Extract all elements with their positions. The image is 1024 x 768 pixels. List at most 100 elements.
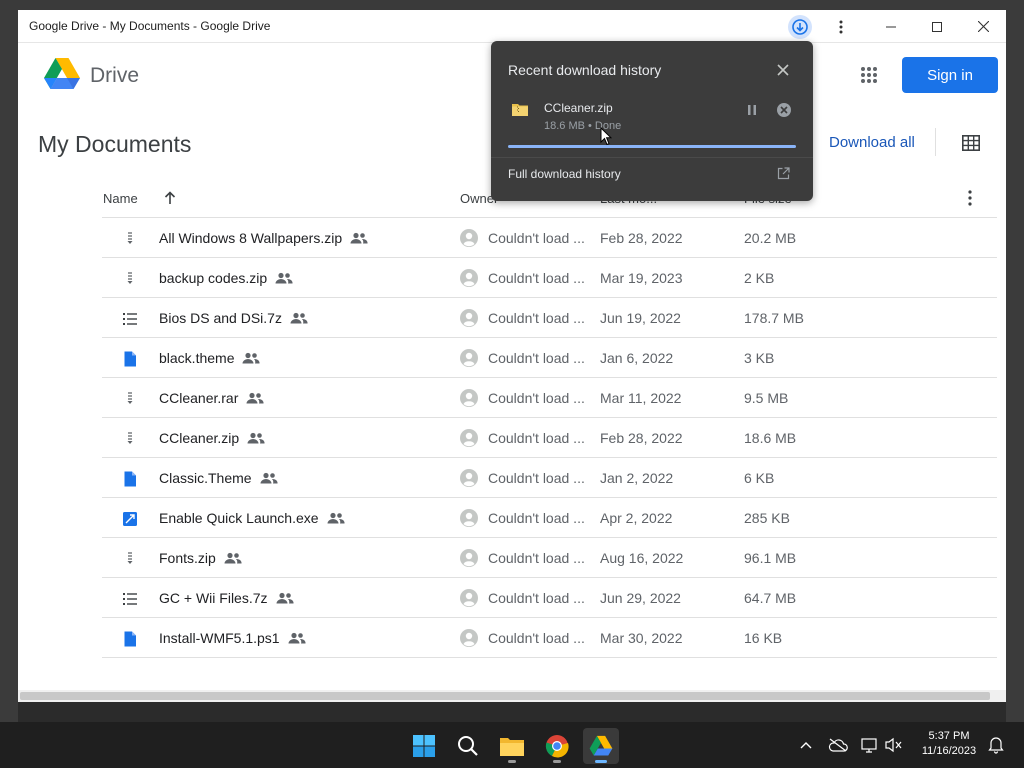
file-size: 178.7 MB (744, 310, 804, 326)
browser-menu-icon[interactable] (818, 10, 864, 43)
file-name[interactable]: CCleaner.zip (159, 430, 239, 446)
shared-people-icon (350, 232, 368, 244)
file-last-modified: Mar 30, 2022 (600, 630, 683, 646)
file-name[interactable]: GC + Wii Files.7z (159, 590, 268, 606)
download-all-button[interactable]: Download all (829, 134, 915, 151)
zip-icon (122, 551, 138, 567)
file-name[interactable]: black.theme (159, 350, 234, 366)
page-title: My Documents (38, 131, 192, 157)
sign-in-button[interactable]: Sign in (902, 57, 998, 93)
download-file-name[interactable]: CCleaner.zip (544, 101, 613, 115)
file-owner: Couldn't load ... (488, 310, 585, 326)
file-size: 96.1 MB (744, 550, 797, 566)
popup-title: Recent download history (508, 62, 662, 78)
scrollbar-thumb[interactable] (20, 692, 990, 700)
file-owner: Couldn't load ... (488, 350, 585, 366)
sort-ascending-icon[interactable] (164, 191, 176, 205)
file-last-modified: Mar 11, 2022 (600, 390, 682, 406)
file-row[interactable]: Bios DS and DSi.7z Couldn't load ... Jun… (102, 298, 997, 338)
owner-avatar-icon (460, 549, 478, 567)
shared-people-icon (275, 272, 293, 284)
shared-people-icon (246, 392, 264, 404)
clock-date: 11/16/2023 (921, 745, 977, 757)
file-row[interactable]: backup codes.zip Couldn't load ... Mar 1… (102, 258, 997, 298)
shared-people-icon (290, 312, 308, 324)
shared-people-icon (260, 472, 278, 484)
file-size: 2 KB (744, 270, 775, 286)
file-row[interactable]: Classic.Theme Couldn't load ... Jan 2, 2… (102, 458, 997, 498)
file-row[interactable]: All Windows 8 Wallpapers.zip Couldn't lo… (102, 218, 997, 258)
file-row[interactable]: black.theme Couldn't load ... Jan 6, 202… (102, 338, 997, 378)
file-row[interactable]: Fonts.zip Couldn't load ... Aug 16, 2022… (102, 538, 997, 578)
close-icon[interactable] (775, 62, 791, 78)
file-owner: Couldn't load ... (488, 390, 585, 406)
file-size: 285 KB (744, 510, 790, 526)
notification-bell-icon[interactable] (986, 735, 1006, 755)
close-window-button[interactable] (960, 10, 1006, 43)
taskbar: 5:37 PM 11/16/2023 (0, 722, 1024, 768)
file-name[interactable]: Enable Quick Launch.exe (159, 510, 319, 526)
file-last-modified: Mar 19, 2023 (600, 270, 683, 286)
network-icon[interactable] (860, 735, 880, 755)
file-name[interactable]: Classic.Theme (159, 470, 252, 486)
cancel-download-icon[interactable] (776, 102, 792, 118)
file-size: 9.5 MB (744, 390, 789, 406)
google-drive-logo-icon[interactable] (43, 57, 81, 91)
file-row[interactable]: Install-WMF5.1.ps1 Couldn't load ... Mar… (102, 618, 997, 658)
owner-avatar-icon (460, 269, 478, 287)
doc-icon (122, 471, 138, 487)
google-drive-icon[interactable] (583, 728, 619, 764)
file-row[interactable]: CCleaner.zip Couldn't load ... Feb 28, 2… (102, 418, 997, 458)
file-name[interactable]: All Windows 8 Wallpapers.zip (159, 230, 342, 246)
shared-people-icon (242, 352, 261, 364)
file-list: All Windows 8 Wallpapers.zip Couldn't lo… (102, 218, 997, 658)
maximize-button[interactable] (914, 10, 960, 43)
file-size: 16 KB (744, 630, 783, 646)
open-in-new-icon[interactable] (777, 167, 790, 180)
file-row[interactable]: Enable Quick Launch.exe Couldn't load ..… (102, 498, 997, 538)
file-row[interactable]: GC + Wii Files.7z Couldn't load ... Jun … (102, 578, 997, 618)
file-name[interactable]: backup codes.zip (159, 270, 267, 286)
zip-icon (122, 391, 138, 407)
file-name[interactable]: CCleaner.rar (159, 390, 238, 406)
drive-wordmark[interactable]: Drive (90, 64, 139, 88)
title-bar: Google Drive - My Documents - Google Dri… (18, 10, 1006, 43)
popup-divider (491, 157, 813, 158)
list-icon (122, 591, 138, 607)
download-history-popup: Recent download history CCleaner.zip 18.… (491, 41, 813, 201)
chevron-up-icon[interactable] (796, 735, 816, 755)
desktop-background-left (0, 10, 18, 722)
file-name[interactable]: Fonts.zip (159, 550, 216, 566)
pause-icon[interactable] (746, 104, 758, 116)
system-clock[interactable]: 5:37 PM 11/16/2023 (912, 729, 986, 759)
more-options-icon[interactable] (964, 188, 976, 208)
file-owner: Couldn't load ... (488, 630, 585, 646)
horizontal-scrollbar[interactable] (18, 690, 1006, 702)
doc-icon (122, 351, 138, 367)
file-last-modified: Jun 19, 2022 (600, 310, 681, 326)
apps-grid-icon[interactable] (860, 66, 878, 84)
grid-view-icon[interactable] (962, 135, 980, 151)
owner-avatar-icon (460, 629, 478, 647)
file-last-modified: Apr 2, 2022 (600, 510, 673, 526)
file-owner: Couldn't load ... (488, 470, 585, 486)
file-explorer-icon[interactable] (494, 728, 530, 764)
shared-people-icon (224, 552, 242, 564)
minimize-button[interactable] (868, 10, 914, 43)
desktop-background-right (1006, 10, 1024, 722)
file-name[interactable]: Bios DS and DSi.7z (159, 310, 282, 326)
file-name[interactable]: Install-WMF5.1.ps1 (159, 630, 280, 646)
chrome-icon[interactable] (539, 728, 575, 764)
search-icon[interactable] (450, 728, 486, 764)
list-icon (122, 311, 138, 327)
cloud-offline-icon[interactable] (828, 735, 848, 755)
column-header-name[interactable]: Name (103, 191, 138, 206)
full-download-history-link[interactable]: Full download history (508, 167, 621, 181)
file-last-modified: Aug 16, 2022 (600, 550, 684, 566)
file-row[interactable]: CCleaner.rar Couldn't load ... Mar 11, 2… (102, 378, 997, 418)
volume-muted-icon[interactable] (884, 735, 904, 755)
windows-start-icon[interactable] (406, 728, 442, 764)
owner-avatar-icon (460, 589, 478, 607)
download-indicator-icon[interactable] (788, 15, 812, 39)
zip-icon (122, 431, 138, 447)
